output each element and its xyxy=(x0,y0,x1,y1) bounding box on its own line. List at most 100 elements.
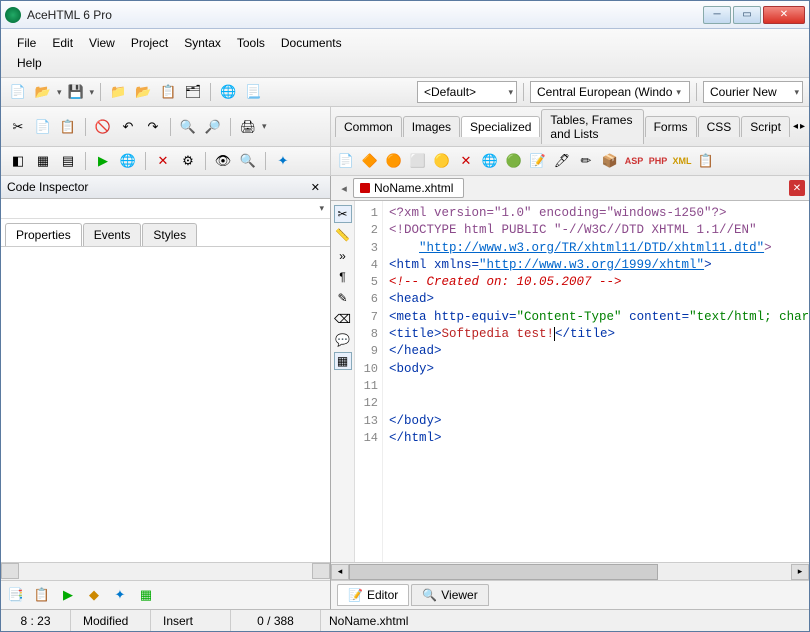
cancel-icon[interactable]: 🚫 xyxy=(92,116,114,138)
sp5-icon[interactable]: 🟡 xyxy=(431,150,453,172)
tab-forms[interactable]: Forms xyxy=(645,116,697,137)
foot1-icon[interactable]: 📑 xyxy=(5,584,27,606)
tab-viewer[interactable]: 🔍Viewer xyxy=(411,584,488,606)
scroll-thumb[interactable] xyxy=(349,564,658,580)
wizard-icon[interactable]: ✦ xyxy=(272,150,294,172)
save-dropdown-icon[interactable]: ▾ xyxy=(90,87,95,98)
tab-specialized[interactable]: Specialized xyxy=(461,116,540,137)
sp6-icon[interactable]: ✕ xyxy=(455,150,477,172)
view2-icon[interactable]: ▦ xyxy=(32,150,54,172)
copy-icon[interactable]: 📋 xyxy=(157,81,179,103)
minimize-button[interactable]: ─ xyxy=(703,6,731,24)
foot6-icon[interactable]: ▦ xyxy=(135,584,157,606)
tab-css[interactable]: CSS xyxy=(698,116,741,137)
tab-events[interactable]: Events xyxy=(83,223,142,246)
sp4-icon[interactable]: ⬜ xyxy=(407,150,429,172)
find2-icon[interactable]: 🔎 xyxy=(202,116,224,138)
sp9-icon[interactable]: 📝 xyxy=(527,150,549,172)
inspector-dropdown-icon[interactable]: ▾ xyxy=(317,201,326,216)
font-dropdown[interactable]: Courier New▾ xyxy=(703,81,803,103)
tab-common[interactable]: Common xyxy=(335,116,402,137)
profile-dropdown[interactable]: <Default>▾ xyxy=(417,81,517,103)
tab-tables[interactable]: Tables, Frames and Lists xyxy=(541,109,643,144)
menu-documents[interactable]: Documents xyxy=(273,33,350,53)
scroll-right-icon[interactable]: ▸ xyxy=(791,564,809,580)
tab-scroll-left-icon[interactable]: ◂ xyxy=(793,121,798,132)
tool1-icon[interactable]: ⚙ xyxy=(177,150,199,172)
vtool-para-icon[interactable]: ¶ xyxy=(334,268,352,286)
open-dropdown-icon[interactable]: ▾ xyxy=(57,87,62,98)
redo-icon[interactable]: ↷ xyxy=(142,116,164,138)
sp12-icon[interactable]: 📦 xyxy=(599,150,621,172)
tab-styles[interactable]: Styles xyxy=(142,223,197,246)
foot3-icon[interactable]: ▶ xyxy=(57,584,79,606)
tab-scroll-right-icon[interactable]: ▸ xyxy=(800,121,805,132)
mark-icon[interactable]: ✕ xyxy=(152,150,174,172)
globe-icon[interactable]: 🌐 xyxy=(217,81,239,103)
sp1-icon[interactable]: 📄 xyxy=(335,150,357,172)
cut-icon[interactable]: ✂ xyxy=(7,116,29,138)
sp3-icon[interactable]: 🟠 xyxy=(383,150,405,172)
view1-icon[interactable]: ◧ xyxy=(7,150,29,172)
file-tab-close-icon[interactable]: ✕ xyxy=(789,180,805,196)
copy2-icon[interactable]: 📄 xyxy=(32,116,54,138)
filetab-prev-icon[interactable]: ◂ xyxy=(335,179,353,197)
new-file-icon[interactable]: 📄 xyxy=(7,81,29,103)
tab-properties[interactable]: Properties xyxy=(5,223,82,246)
doc-icon[interactable]: 📃 xyxy=(242,81,264,103)
menu-view[interactable]: View xyxy=(81,33,123,53)
foot4-icon[interactable]: ◆ xyxy=(83,584,105,606)
maximize-button[interactable]: ▭ xyxy=(733,6,761,24)
hscroll-left-icon[interactable] xyxy=(1,563,19,579)
menu-edit[interactable]: Edit xyxy=(44,33,81,53)
view3-icon[interactable]: ▤ xyxy=(57,150,79,172)
tab-editor[interactable]: 📝Editor xyxy=(337,584,409,606)
sp11-icon[interactable]: ✏ xyxy=(575,150,597,172)
project-icon[interactable]: 🗂 xyxy=(182,81,204,103)
vtool-grid-icon[interactable]: ▦ xyxy=(334,352,352,370)
file-tab-active[interactable]: NoName.xhtml xyxy=(353,178,464,198)
vtool-cursor-icon[interactable]: ✂ xyxy=(334,205,352,223)
vtool-pencil-icon[interactable]: ✎ xyxy=(334,289,352,307)
xml-icon[interactable]: XML xyxy=(671,150,693,172)
zoom-icon[interactable]: 🔍 xyxy=(237,150,259,172)
find-icon[interactable]: 🔍 xyxy=(177,116,199,138)
inspector-close-icon[interactable]: ✕ xyxy=(307,181,324,194)
asp-icon[interactable]: ASP xyxy=(623,150,645,172)
print-icon[interactable]: 🖨 xyxy=(237,116,259,138)
sp2-icon[interactable]: 🔶 xyxy=(359,150,381,172)
scroll-left-icon[interactable]: ◂ xyxy=(331,564,349,580)
encoding-dropdown[interactable]: Central European (Windo▾ xyxy=(530,81,690,103)
foot2-icon[interactable]: 📋 xyxy=(31,584,53,606)
vtool-chat-icon[interactable]: 💬 xyxy=(334,331,352,349)
view-icon[interactable]: 👁 xyxy=(212,150,234,172)
menu-help[interactable]: Help xyxy=(9,53,50,73)
tab-images[interactable]: Images xyxy=(403,116,460,137)
play-icon[interactable]: ▶ xyxy=(92,150,114,172)
menu-tools[interactable]: Tools xyxy=(229,33,273,53)
editor-hscroll[interactable]: ◂ ▸ xyxy=(331,562,809,580)
vtool-erase-icon[interactable]: ⌫ xyxy=(334,310,352,328)
menu-file[interactable]: File xyxy=(9,33,44,53)
menu-project[interactable]: Project xyxy=(123,33,176,53)
tab-script[interactable]: Script xyxy=(741,116,790,137)
menu-syntax[interactable]: Syntax xyxy=(176,33,229,53)
browser-icon[interactable]: 🌐 xyxy=(117,150,139,172)
sp10-icon[interactable]: 🖊 xyxy=(551,150,573,172)
vtool-ruler-icon[interactable]: 📏 xyxy=(334,226,352,244)
paste-icon[interactable]: 📋 xyxy=(57,116,79,138)
open-folder-icon[interactable]: 📂 xyxy=(32,81,54,103)
sp7-icon[interactable]: 🌐 xyxy=(479,150,501,172)
vtool-down-icon[interactable]: » xyxy=(334,247,352,265)
sp-last-icon[interactable]: 📋 xyxy=(695,150,717,172)
close-button[interactable]: ✕ xyxy=(763,6,805,24)
print-dropdown-icon[interactable]: ▾ xyxy=(262,121,267,132)
code-editor[interactable]: <?xml version="1.0" encoding="windows-12… xyxy=(383,201,809,562)
php-icon[interactable]: PHP xyxy=(647,150,669,172)
undo-icon[interactable]: ↶ xyxy=(117,116,139,138)
open2-icon[interactable]: 📁 xyxy=(107,81,129,103)
open3-icon[interactable]: 📂 xyxy=(132,81,154,103)
foot5-icon[interactable]: ✦ xyxy=(109,584,131,606)
sp8-icon[interactable]: 🟢 xyxy=(503,150,525,172)
save-icon[interactable]: 💾 xyxy=(65,81,87,103)
